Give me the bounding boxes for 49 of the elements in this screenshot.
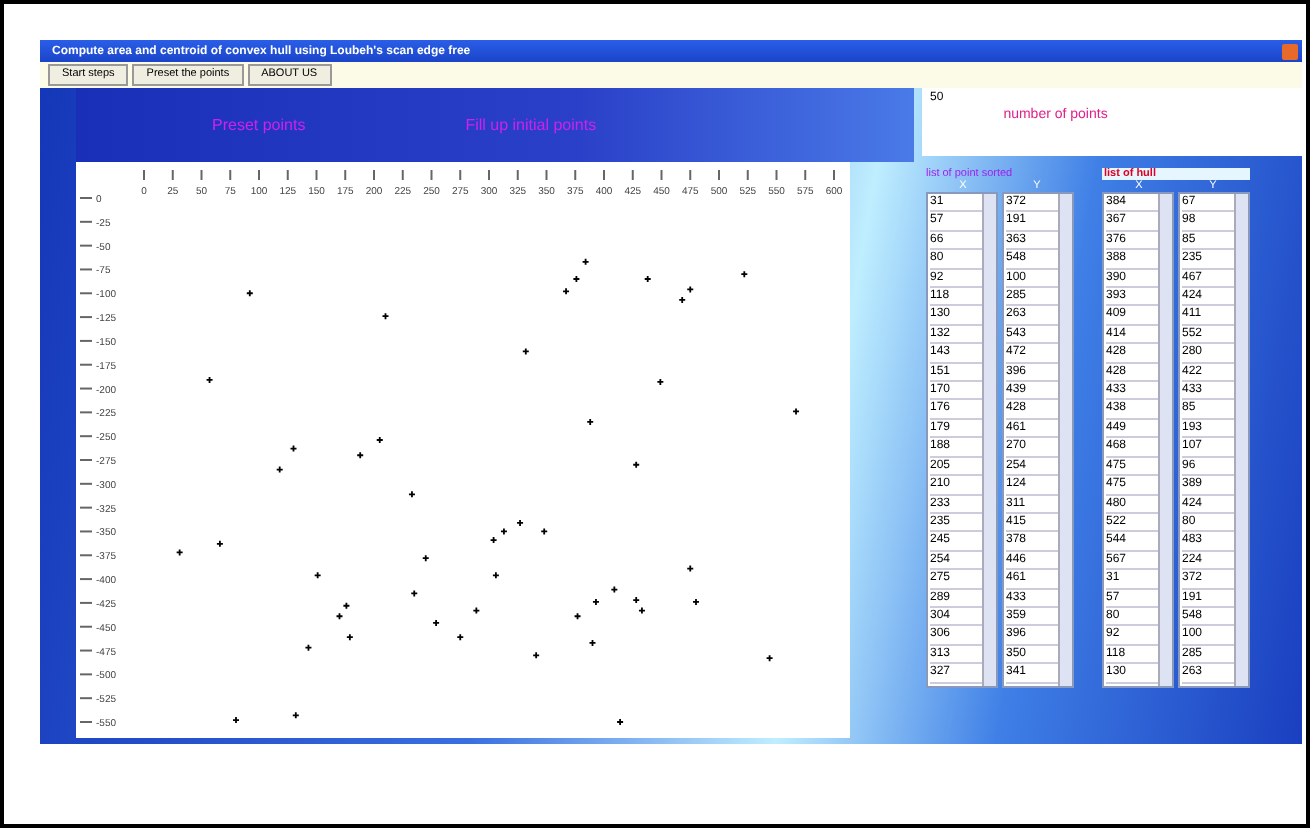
point-marker	[632, 460, 641, 469]
point-marker	[521, 347, 530, 356]
point-marker	[656, 378, 665, 386]
banner-label: Preset points	[212, 116, 306, 134]
point-marker	[532, 651, 541, 660]
scrollbar[interactable]	[1234, 194, 1248, 686]
point-marker	[540, 527, 549, 536]
point-marker	[792, 407, 800, 416]
point-marker	[586, 418, 595, 426]
banner-label: Fill up initial points	[465, 116, 597, 134]
point-marker	[492, 571, 500, 580]
point-marker	[643, 275, 652, 283]
point-marker	[573, 612, 582, 621]
point-marker	[562, 287, 570, 296]
point-marker	[616, 718, 624, 726]
point-marker	[765, 654, 774, 663]
point-marker	[375, 436, 384, 444]
point-marker	[304, 643, 313, 652]
point-marker	[432, 619, 440, 627]
point-marker	[692, 598, 700, 606]
scrollbar[interactable]	[1058, 194, 1072, 686]
point-marker	[610, 585, 619, 594]
point-marker	[345, 633, 354, 642]
point-marker	[581, 257, 590, 266]
point-marker	[472, 606, 481, 615]
point-marker	[410, 589, 419, 598]
point-marker	[740, 270, 749, 279]
point-marker	[245, 289, 254, 298]
point-marker	[588, 639, 597, 647]
point-marker	[289, 444, 298, 453]
point-marker	[216, 539, 224, 548]
point-marker	[421, 554, 430, 563]
scrollbar[interactable]	[1158, 194, 1172, 686]
point-marker	[408, 490, 416, 499]
scrollbar[interactable]	[982, 194, 996, 686]
point-marker	[232, 716, 240, 724]
point-marker	[686, 564, 695, 573]
point-marker	[381, 312, 390, 321]
point-marker	[516, 519, 524, 527]
point-marker	[592, 598, 600, 606]
point-marker	[175, 548, 184, 557]
point-marker	[356, 451, 365, 460]
point-marker	[205, 376, 214, 384]
point-marker	[291, 711, 300, 720]
point-marker	[572, 275, 581, 283]
point-marker	[275, 465, 284, 474]
point-marker	[456, 633, 465, 642]
point-marker	[313, 571, 322, 580]
close-icon[interactable]	[1282, 43, 1298, 59]
